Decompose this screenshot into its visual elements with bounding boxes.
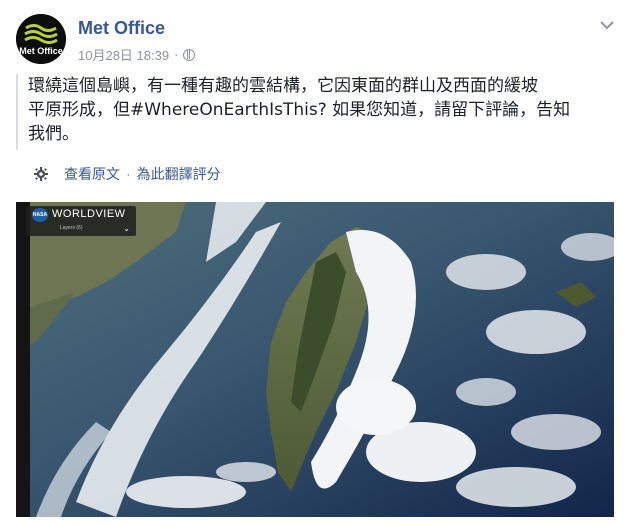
post-meta: 10月28日 18:39 ·: [78, 45, 196, 64]
chevron-down-icon[interactable]: [600, 20, 614, 30]
worldview-badge[interactable]: NASA WORLDVIEW Layers (6) ⌄: [26, 206, 136, 236]
avatar-label: Met Office: [19, 46, 63, 56]
page-avatar[interactable]: Met Office: [16, 14, 66, 64]
meta-separator: ·: [174, 47, 179, 62]
layers-label: Layers (6): [60, 225, 83, 231]
post-timestamp[interactable]: 10月28日 18:39: [78, 45, 169, 64]
post-message-line: 環繞這個島嶼，有一種有趣的雲結構，它因東面的群山及西面的緩坡: [28, 76, 538, 96]
satellite-scene: [16, 202, 614, 517]
post-message-line: 平原形成，但#WhereOnEarthIsThis? 如果您知道，請留下評論，告…: [28, 100, 571, 120]
see-original-link[interactable]: 查看原文: [64, 164, 120, 184]
satellite-image[interactable]: NASA WORLDVIEW Layers (6) ⌄: [16, 202, 614, 517]
translation-separator: ·: [126, 166, 131, 182]
rate-translation-link[interactable]: 為此翻譯評分: [137, 164, 221, 184]
translation-bar: 查看原文 · 為此翻譯評分: [34, 164, 221, 184]
chevron-down-icon[interactable]: ⌄: [123, 224, 130, 233]
page-name-link[interactable]: Met Office: [78, 18, 165, 39]
globe-icon[interactable]: [183, 48, 196, 61]
facebook-post: Met Office Met Office 10月28日 18:39 · 環繞這…: [0, 0, 630, 525]
gear-icon[interactable]: [34, 167, 48, 181]
nasa-logo: NASA: [32, 208, 48, 222]
met-office-logo: [16, 14, 66, 64]
worldview-title: WORLDVIEW: [52, 208, 126, 220]
post-message-line: 我們。: [28, 124, 79, 144]
post-message: 環繞這個島嶼，有一種有趣的雲結構，它因東面的群山及西面的緩坡 平原形成，但#Wh…: [16, 74, 614, 150]
